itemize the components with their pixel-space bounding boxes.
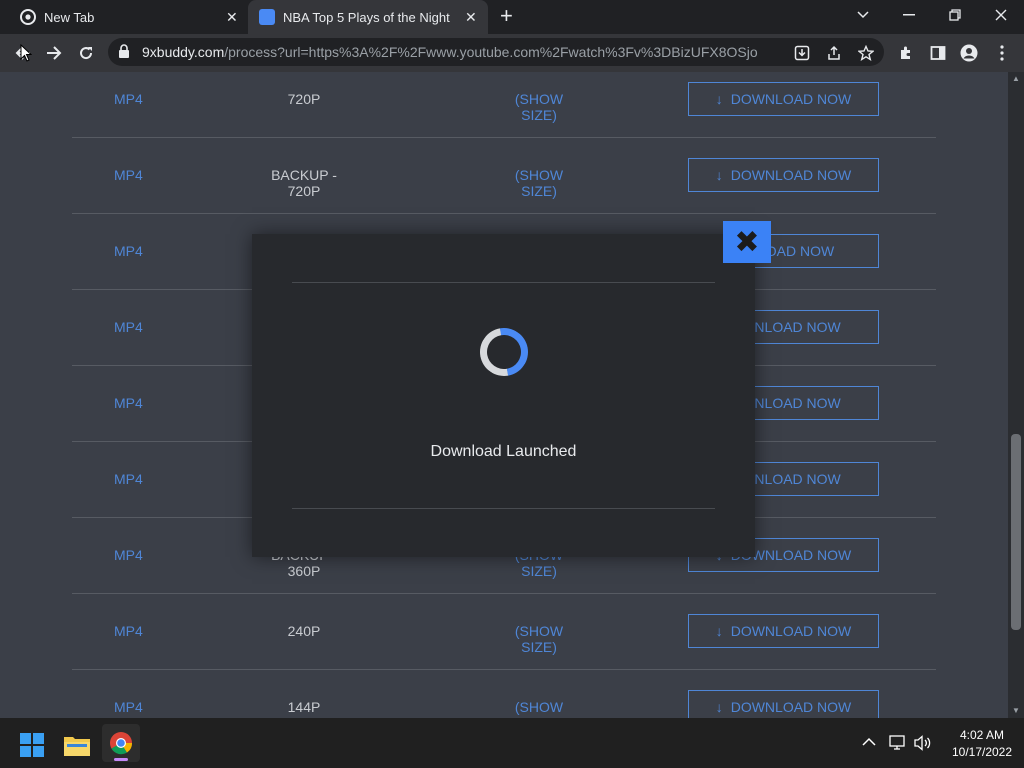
document-icon [259, 9, 275, 25]
scrollbar-thumb[interactable] [1011, 434, 1021, 630]
url-text[interactable]: 9xbuddy.com/process?url=https%3A%2F%2Fww… [142, 44, 758, 60]
table-row: MP4 240P (SHOW SIZE) ↓ DOWNLOAD NOW [72, 594, 936, 670]
format-cell: MP4 [114, 547, 143, 563]
modal-divider [292, 282, 715, 283]
download-button-label: WNLOAD NOW [741, 395, 841, 411]
download-arrow-icon: ↓ [715, 699, 723, 715]
download-now-button[interactable]: ↓ DOWNLOAD NOW [688, 690, 879, 718]
table-row: MP4 720P (SHOW SIZE) ↓ DOWNLOAD NOW [72, 72, 936, 138]
network-icon[interactable] [889, 735, 907, 754]
chrome-taskbar-item[interactable] [102, 724, 140, 762]
close-icon[interactable]: ✕ [465, 10, 477, 24]
format-cell: MP4 [114, 243, 143, 259]
download-now-button[interactable]: ↓ DOWNLOAD NOW [688, 614, 879, 648]
cursor-icon [20, 44, 32, 62]
star-icon[interactable] [855, 42, 877, 64]
download-button-label: WNLOAD NOW [741, 319, 841, 335]
profile-icon[interactable] [958, 42, 980, 64]
chrome-icon [110, 732, 133, 755]
clock-time[interactable]: 4:02 AM [944, 728, 1020, 742]
share-icon[interactable] [823, 42, 845, 64]
modal-message: Download Launched [430, 443, 577, 460]
show-size-link[interactable]: (SHOW SIZE) [499, 623, 579, 655]
forward-icon[interactable] [43, 42, 65, 64]
format-cell: MP4 [114, 471, 143, 487]
extensions-icon[interactable] [895, 42, 917, 64]
clock-date[interactable]: 10/17/2022 [944, 745, 1020, 759]
active-indicator [114, 758, 128, 761]
download-modal: Download Launched [252, 234, 755, 557]
download-button-label: DOWNLOAD NOW [730, 167, 852, 183]
download-button-label: DOWNLOAD NOW [730, 91, 852, 107]
download-button-label: DOWNLOAD NOW [730, 623, 852, 639]
download-arrow-icon: ↓ [715, 167, 723, 183]
table-row: MP4 BACKUP - 720P (SHOW SIZE) ↓ DOWNLOAD NOW [72, 138, 936, 214]
tab-strip: New Tab ✕ NBA Top 5 Plays of the Night |… [0, 0, 1024, 34]
table-row: MP4 144P (SHOW SIZE) ↓ DOWNLOAD NOW [72, 670, 936, 718]
download-button-label: DOWNLOAD NOW [730, 699, 852, 715]
new-tab-button[interactable]: + [500, 5, 513, 27]
taskbar: 4:02 AM 10/17/2022 [0, 718, 1024, 768]
download-arrow-icon: ↓ [715, 623, 723, 639]
download-button-label: WNLOAD NOW [741, 471, 841, 487]
quality-cell: 720P [287, 91, 321, 107]
side-panel-icon[interactable] [927, 42, 949, 64]
tab-title: New Tab [44, 9, 95, 25]
file-explorer-icon[interactable] [64, 734, 90, 761]
modal-divider [292, 508, 715, 509]
scroll-up-icon[interactable]: ▲ [1012, 74, 1020, 83]
download-arrow-icon: ↓ [715, 91, 723, 107]
format-cell: MP4 [114, 91, 143, 107]
lock-icon [118, 44, 130, 63]
download-now-button[interactable]: ↓ DOWNLOAD NOW [688, 82, 879, 116]
minimize-icon[interactable] [886, 0, 932, 30]
reload-icon[interactable] [75, 42, 97, 64]
show-size-link[interactable]: (SHOW SIZE) [499, 91, 579, 123]
close-icon[interactable]: ✕ [226, 10, 238, 24]
scroll-down-icon[interactable]: ▼ [1012, 706, 1020, 715]
quality-cell: 144P [287, 699, 321, 715]
menu-icon[interactable] [991, 42, 1013, 64]
show-size-link[interactable]: (SHOW SIZE) [499, 167, 579, 199]
format-cell: MP4 [114, 395, 143, 411]
format-cell: MP4 [114, 699, 143, 715]
tab-title: NBA Top 5 Plays of the Night | O [283, 9, 453, 25]
windows-start-icon[interactable] [20, 733, 44, 762]
chrome-icon [20, 9, 36, 25]
show-size-link[interactable]: (SHOW SIZE) [499, 699, 579, 718]
format-cell: MP4 [114, 319, 143, 335]
volume-icon[interactable] [914, 735, 932, 754]
tab-nba-video[interactable]: NBA Top 5 Plays of the Night | O ✕ [248, 0, 488, 34]
download-now-button[interactable]: ↓ DOWNLOAD NOW [688, 158, 879, 192]
restore-icon[interactable] [932, 0, 978, 30]
chevron-up-icon[interactable] [862, 734, 876, 750]
tab-new-tab[interactable]: New Tab ✕ [0, 0, 246, 34]
loading-spinner-icon [470, 318, 538, 386]
format-cell: MP4 [114, 623, 143, 639]
install-app-icon[interactable] [791, 42, 813, 64]
modal-close-button[interactable]: ✖ [723, 221, 771, 263]
quality-cell: 240P [287, 623, 321, 639]
window-close-icon[interactable] [978, 0, 1024, 30]
tab-search-icon[interactable] [840, 0, 886, 30]
format-cell: MP4 [114, 167, 143, 183]
quality-cell: BACKUP - 720P [271, 167, 337, 199]
